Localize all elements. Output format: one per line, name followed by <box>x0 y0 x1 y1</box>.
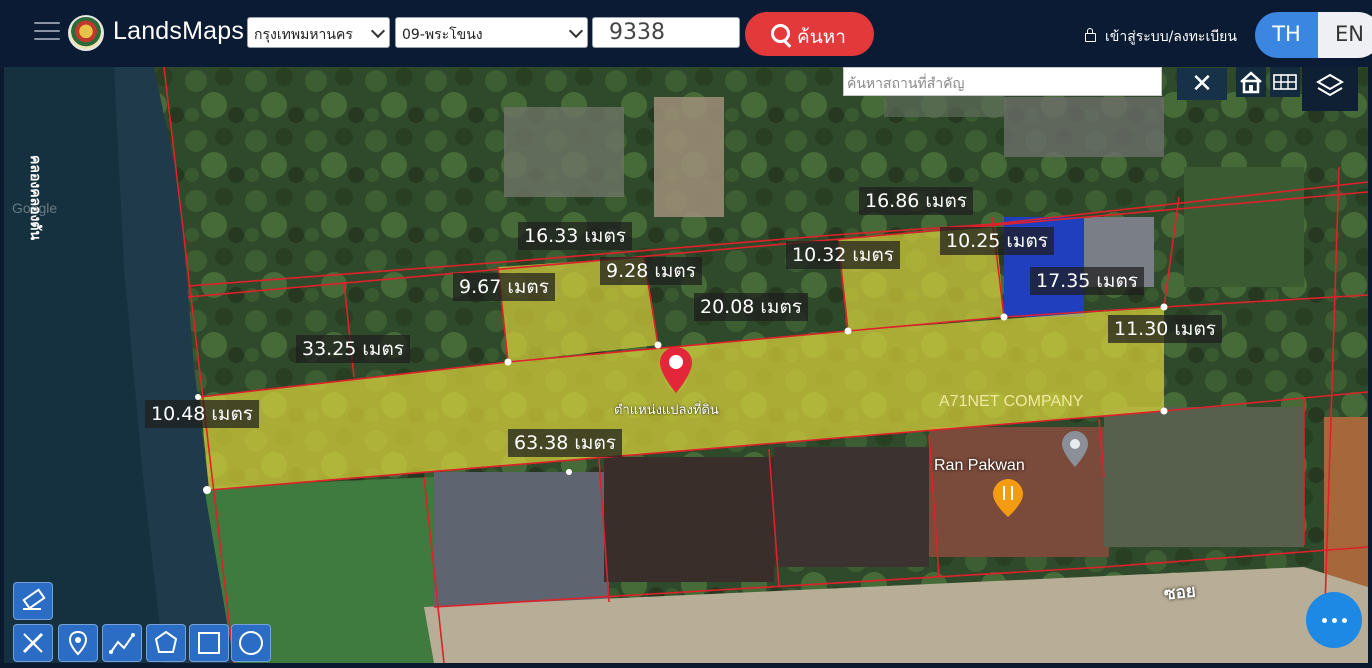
business-label: Ran Pakwan <box>934 457 1025 474</box>
brand-name: LandsMaps <box>113 17 245 45</box>
chevron-down-icon <box>568 23 584 39</box>
place-search-input[interactable]: ค้นหาสถานที่สำคัญ <box>843 67 1162 96</box>
restaurant-icon[interactable] <box>993 479 1023 517</box>
lang-en-button[interactable]: EN <box>1318 12 1372 58</box>
search-icon <box>771 24 790 43</box>
parcel-marker-label: ตำแหน่งแปลงที่ดิน <box>614 403 719 418</box>
polygon-icon[interactable] <box>146 624 186 662</box>
login-label: เข้าสู่ระบบ/ลงทะเบียน <box>1105 29 1237 45</box>
google-watermark: Google <box>12 200 58 216</box>
place-icon[interactable] <box>1062 431 1088 467</box>
parcel-number-input[interactable]: 9338 <box>592 17 740 48</box>
grid-icon[interactable] <box>1270 67 1300 97</box>
menu-icon[interactable] <box>34 22 60 42</box>
top-bar: LandsMaps กรุงเทพมหานคร 09-พระโขนง 9338 … <box>0 0 1372 67</box>
lock-icon <box>1085 28 1096 42</box>
lang-th-button[interactable]: TH <box>1255 12 1318 58</box>
rectangle-icon[interactable] <box>189 624 229 662</box>
district-select[interactable]: 09-พระโขนง <box>395 17 588 48</box>
eraser-icon[interactable] <box>13 582 53 620</box>
measurement-label: 10.32 เมตร <box>786 241 900 269</box>
canal-label: คลองคลองตัน <box>27 155 43 241</box>
home-icon[interactable] <box>1236 67 1266 97</box>
measurement-label: 9.28 เมตร <box>600 257 702 285</box>
close-icon[interactable]: ✕ <box>1177 68 1227 100</box>
circle-icon[interactable] <box>231 624 271 662</box>
department-logo <box>68 15 104 51</box>
measurement-label: 10.25 เมตร <box>940 227 1054 255</box>
district-select-value: 09-พระโขนง <box>402 27 483 43</box>
layers-icon[interactable] <box>1302 67 1358 111</box>
measurement-label: 17.35 เมตร <box>1030 267 1144 295</box>
ruler-icon[interactable] <box>13 624 53 662</box>
measurement-label: 20.08 เมตร <box>694 293 808 321</box>
login-link[interactable]: เข้าสู่ระบบ/ลงทะเบียน <box>1085 26 1237 48</box>
province-select[interactable]: กรุงเทพมหานคร <box>247 17 390 48</box>
polyline-icon[interactable] <box>102 624 142 662</box>
chevron-down-icon <box>370 23 386 39</box>
business-label: A71NET COMPANY <box>939 393 1084 410</box>
measurement-label: 16.86 เมตร <box>859 187 973 215</box>
pin-icon[interactable] <box>58 624 98 662</box>
measurement-label: 11.30 เมตร <box>1108 315 1222 343</box>
map-canvas[interactable]: คลองคลองตัน Google 16.86 เมตร 16.33 เมตร… <box>4 67 1368 663</box>
measurement-label: 33.25 เมตร <box>296 335 410 363</box>
search-button[interactable]: ค้นหา <box>745 12 874 56</box>
location-pin-icon[interactable] <box>660 347 692 393</box>
measurement-label: 16.33 เมตร <box>518 222 632 250</box>
province-select-value: กรุงเทพมหานคร <box>254 27 353 43</box>
street-label: ซอย <box>1163 581 1197 605</box>
measurement-label: 9.67 เมตร <box>453 273 555 301</box>
measurement-label: 10.48 เมตร <box>145 400 259 428</box>
search-button-label: ค้นหา <box>797 26 846 48</box>
more-icon[interactable] <box>1306 592 1362 648</box>
measurement-label: 63.38 เมตร <box>508 429 622 457</box>
